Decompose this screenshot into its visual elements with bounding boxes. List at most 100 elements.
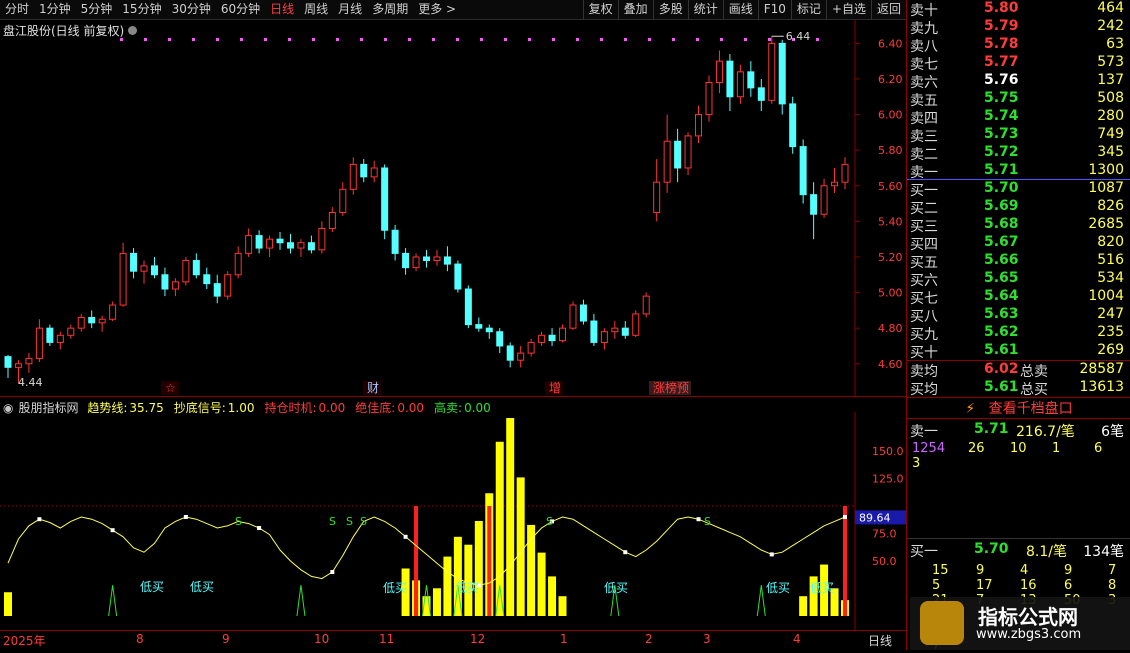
top-marker xyxy=(816,38,819,41)
candle-body xyxy=(611,327,619,333)
total-buy-label: 总买 xyxy=(1020,382,1048,398)
order-book-panel: 卖十 5.80 464 卖九 5.79 242 卖八 5.78 63 卖七 5.77 573 卖六 5.7… xyxy=(906,0,1130,653)
indicator-chart[interactable]: 150.0125.075.050.089.64低买 低买 低买 低买 低买 低买 低买S S S… xyxy=(0,412,906,630)
tool-button-3[interactable]: 统计 xyxy=(687,0,723,19)
top-marker xyxy=(168,38,171,41)
tool-button-4[interactable]: 画线 xyxy=(722,0,758,19)
hold-spike xyxy=(414,506,419,616)
timeframe-tab-4[interactable]: 30分钟 xyxy=(167,0,216,19)
queue-order: 7 xyxy=(1108,563,1117,578)
event-marker[interactable]: ☆ xyxy=(165,381,176,395)
tool-button-8[interactable]: 返回 xyxy=(870,0,906,19)
candle-body xyxy=(632,313,640,336)
timeframe-tab-3[interactable]: 15分钟 xyxy=(117,0,166,19)
asks-price: 5.73 xyxy=(984,126,1019,142)
asks-row[interactable]: 卖二 5.72 345 xyxy=(910,144,1124,163)
bids-row[interactable]: 买八 5.63 247 xyxy=(910,306,1124,325)
qianfang-button[interactable]: ⚡ 查看千档盘口 xyxy=(907,398,1130,418)
bids-label: 买四 xyxy=(910,237,938,253)
event-marker[interactable]: 涨榜预 xyxy=(653,380,689,395)
period-label: 日线 xyxy=(868,634,893,648)
candle-body xyxy=(77,316,85,329)
asks-row[interactable]: 卖三 5.73 749 xyxy=(910,126,1124,145)
candle-body xyxy=(67,327,75,336)
bids-label: 买十 xyxy=(910,345,938,361)
buy1-detail-price: 5.70 xyxy=(974,541,1009,557)
candle-body xyxy=(381,167,389,231)
queue-order: 9 xyxy=(976,563,985,578)
timeframe-tab-9[interactable]: 多周期 xyxy=(367,0,413,19)
event-marker[interactable]: 增 xyxy=(549,381,561,395)
candlestick-chart[interactable]: 6.40 6.20 6.00 5.80 5.60 5.40 5.20 5.00 4.80 4.60… xyxy=(0,20,906,396)
asks-row[interactable]: 卖五 5.75 508 xyxy=(910,90,1124,109)
bids-row[interactable]: 买四 5.67 820 xyxy=(910,234,1124,253)
bids-row[interactable]: 买九 5.62 235 xyxy=(910,324,1124,343)
low-label: 4.44 xyxy=(18,376,43,389)
current-value: 89.64 xyxy=(859,511,891,524)
asks-row[interactable]: 卖八 5.78 63 xyxy=(910,36,1124,55)
bids-volume: 2685 xyxy=(1088,216,1124,232)
timeframe-tab-1[interactable]: 1分钟 xyxy=(34,0,76,19)
bids-label: 买一 xyxy=(910,183,938,199)
timeframe-tab-7[interactable]: 周线 xyxy=(299,0,333,19)
event-marker[interactable]: 财 xyxy=(367,381,379,395)
candle-body xyxy=(203,274,211,285)
timeframe-tab-8[interactable]: 月线 xyxy=(333,0,367,19)
trend-marker xyxy=(843,515,847,519)
price-tick: 5.60 xyxy=(878,180,903,193)
time-label: 3 xyxy=(703,632,711,646)
asks-row[interactable]: 卖七 5.77 573 xyxy=(910,54,1124,73)
tool-button-7[interactable]: +自选 xyxy=(825,0,871,19)
asks-row[interactable]: 卖四 5.74 280 xyxy=(910,108,1124,127)
top-marker xyxy=(576,38,579,41)
candle-body xyxy=(789,103,797,148)
timeframe-tab-5[interactable]: 60分钟 xyxy=(216,0,265,19)
pane-divider xyxy=(0,396,906,397)
bids-price: 5.61 xyxy=(984,342,1019,358)
queue-order: 17 xyxy=(976,578,993,593)
bids-price: 5.62 xyxy=(984,324,1019,340)
bids-row[interactable]: 买五 5.66 516 xyxy=(910,252,1124,271)
bids-row[interactable]: 买七 5.64 1004 xyxy=(910,288,1124,307)
asks-row[interactable]: 卖十 5.80 464 xyxy=(910,0,1124,19)
bids-volume: 516 xyxy=(1097,252,1124,268)
tool-button-2[interactable]: 多股 xyxy=(652,0,688,19)
tool-button-6[interactable]: 标记 xyxy=(790,0,826,19)
trend-marker xyxy=(257,526,262,530)
asks-row[interactable]: 卖一 5.71 1300 xyxy=(910,162,1124,181)
timeframe-tab-0[interactable]: 分时 xyxy=(0,0,34,19)
tool-button-5[interactable]: F10 xyxy=(757,0,791,19)
asks-row[interactable]: 卖六 5.76 137 xyxy=(910,72,1124,91)
trend-marker xyxy=(623,550,628,555)
candle-body xyxy=(360,163,368,178)
asks-row[interactable]: 卖九 5.79 242 xyxy=(910,18,1124,37)
bids-row[interactable]: 买十 5.61 269 xyxy=(910,342,1124,361)
sell1-detail-price: 5.71 xyxy=(974,421,1009,437)
timeframe-tab-6[interactable]: 日线 xyxy=(265,0,299,19)
timeframe-tab-2[interactable]: 5分钟 xyxy=(76,0,118,19)
tool-button-0[interactable]: 复权 xyxy=(582,0,618,19)
timeframe-tab-10[interactable]: 更多 > xyxy=(413,0,461,19)
candle-body xyxy=(391,229,399,254)
tool-button-1[interactable]: 叠加 xyxy=(617,0,653,19)
low-buy-label: 低买 xyxy=(140,580,164,594)
asks-price: 5.80 xyxy=(984,0,1019,16)
top-marker xyxy=(672,38,675,41)
bids-row[interactable]: 买六 5.65 534 xyxy=(910,270,1124,289)
top-marker xyxy=(624,38,627,41)
low-buy-label: 低买 xyxy=(604,581,628,595)
asks-label: 卖四 xyxy=(910,111,938,127)
bids-row[interactable]: 买一 5.70 1087 xyxy=(910,180,1124,199)
queue-order: 15 xyxy=(932,563,949,578)
bids-row[interactable]: 买二 5.69 826 xyxy=(910,198,1124,217)
watermark-logo xyxy=(920,601,964,645)
bids-row[interactable]: 买三 5.68 2685 xyxy=(910,216,1124,235)
candle-body xyxy=(171,281,179,290)
asks-label: 卖七 xyxy=(910,57,938,73)
queue-order: 9 xyxy=(1064,563,1073,578)
candle-body xyxy=(109,304,117,320)
asks-price: 5.72 xyxy=(984,144,1019,160)
asks-label: 卖九 xyxy=(910,21,938,37)
candle-body xyxy=(674,140,682,169)
candle-body xyxy=(757,87,765,101)
